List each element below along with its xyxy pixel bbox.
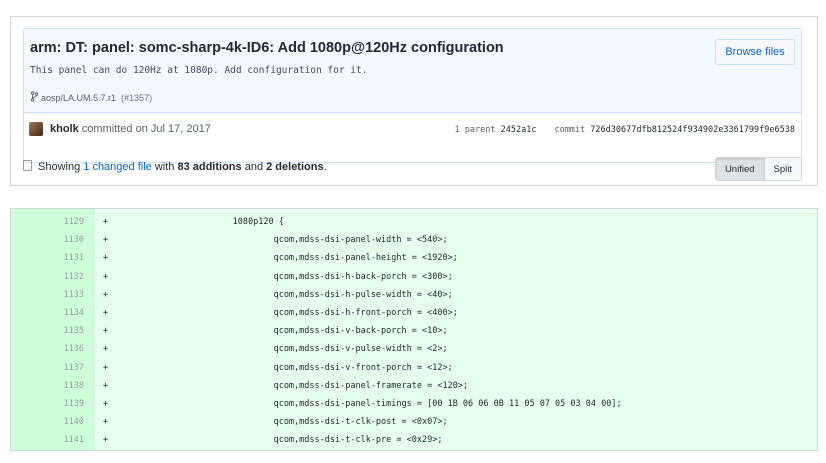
summary-showing: Showing [38, 161, 81, 173]
summary-with: with [154, 161, 175, 173]
line-number[interactable]: 1132 [11, 268, 84, 286]
commit-meta: kholk committed on Jul 17, 2017 1 parent… [24, 112, 801, 162]
line-number[interactable]: 1140 [11, 413, 84, 431]
commit-label: commit [554, 125, 586, 135]
changed-files-link[interactable]: 1 changed file [83, 161, 152, 173]
line-number[interactable]: 1129 [11, 213, 84, 231]
code-line: qcom,mdss-dsi-h-pulse-width = <40>; [161, 289, 453, 300]
line-number[interactable]: 1133 [11, 286, 84, 304]
author-link[interactable]: kholk [50, 123, 79, 135]
commit-sha: 726d30677dfb812524f934902e3361799f9e6538 [590, 125, 795, 135]
addition-marker: + [103, 289, 109, 300]
addition-marker: + [103, 417, 109, 428]
pull-request-ref[interactable]: (#1357) [121, 93, 152, 103]
browse-files-button[interactable]: Browse files [715, 39, 795, 65]
addition-marker: + [103, 344, 109, 355]
toc-bar: Showing 1 changed file with 83 additions… [23, 157, 802, 181]
unified-view-button[interactable]: Unified [715, 158, 764, 180]
additions-count: 83 additions [177, 161, 242, 173]
diff-line: 1131 + qcom,mdss-dsi-panel-height = <1920… [11, 249, 817, 267]
line-number[interactable]: 1134 [11, 304, 84, 322]
line-number[interactable]: 1136 [11, 340, 84, 358]
addition-marker: + [103, 435, 109, 446]
commit-shas: 1 parent 2452a1c commit 726d30677dfb8125… [455, 125, 795, 135]
line-number[interactable]: 1137 [11, 359, 84, 377]
diff-line: 1136 + qcom,mdss-dsi-v-pulse-width = <2>; [11, 340, 817, 358]
code-line: qcom,mdss-dsi-t-clk-pre = <0x29>; [161, 435, 443, 446]
code-line: qcom,mdss-dsi-h-back-porch = <300>; [161, 271, 453, 282]
diff-line: 1134 + qcom,mdss-dsi-h-front-porch = <400… [11, 304, 817, 322]
diff-line: 1138 + qcom,mdss-dsi-panel-framerate = <1… [11, 377, 817, 395]
code-line: 1080p120 { [161, 217, 284, 227]
diff-line: 1140 + qcom,mdss-dsi-t-clk-post = <0x07>; [11, 413, 817, 431]
addition-marker: + [103, 253, 109, 264]
addition-marker: + [103, 326, 109, 337]
code-line: qcom,mdss-dsi-panel-height = <1920>; [161, 253, 458, 264]
diff-line: 1130 + qcom,mdss-dsi-panel-width = <540>; [11, 231, 817, 249]
committed-date: committed on Jul 17, 2017 [81, 123, 211, 135]
summary-period: . [323, 161, 327, 173]
line-number[interactable]: 1141 [11, 431, 84, 449]
split-view-button[interactable]: Split [763, 158, 801, 180]
commit-box: arm: DT: panel: somc-sharp-4k-ID6: Add 1… [23, 28, 802, 163]
line-number[interactable]: 1130 [11, 231, 84, 249]
addition-marker: + [103, 217, 109, 227]
avatar[interactable] [29, 122, 43, 136]
commit-author-line: kholk committed on Jul 17, 2017 [50, 123, 211, 135]
diff-line: 1132 + qcom,mdss-dsi-h-back-porch = <300>… [11, 268, 817, 286]
code-line: qcom,mdss-dsi-v-front-porch = <12>; [161, 362, 453, 373]
addition-marker: + [103, 380, 109, 391]
parent-sha-link[interactable]: 2452a1c [501, 125, 537, 135]
commit-card: arm: DT: panel: somc-sharp-4k-ID6: Add 1… [10, 16, 818, 186]
line-number[interactable]: 1131 [11, 249, 84, 267]
diff-view: 1129 + 1080p120 { 1130 + qcom,mdss-dsi-pane… [10, 208, 818, 451]
code-line: qcom,mdss-dsi-v-pulse-width = <2>; [161, 344, 448, 355]
diff-view-toggle: Unified Split [714, 157, 802, 181]
diff-line: 1129 + 1080p120 { [11, 213, 817, 231]
diff-line: 1139 + qcom,mdss-dsi-panel-timings = [00 … [11, 395, 817, 413]
parent-info: 1 parent 2452a1c [455, 125, 537, 135]
code-line: qcom,mdss-dsi-panel-framerate = <120>; [161, 380, 469, 391]
commit-header: arm: DT: panel: somc-sharp-4k-ID6: Add 1… [24, 29, 801, 112]
file-diff-icon[interactable] [23, 160, 32, 171]
line-number[interactable]: 1138 [11, 377, 84, 395]
git-branch-icon [30, 91, 39, 104]
commit-description: This panel can do 120Hz at 1080p. Add co… [30, 65, 368, 76]
code-line: qcom,mdss-dsi-h-front-porch = <400>; [161, 308, 458, 318]
addition-marker: + [103, 271, 109, 282]
branch-row: aosp/LA.UM.5.7.r1 (#1357) [30, 91, 152, 104]
diff-line: 1137 + qcom,mdss-dsi-v-front-porch = <12>… [11, 359, 817, 377]
code-line: qcom,mdss-dsi-panel-width = <540>; [161, 235, 448, 246]
commit-title: arm: DT: panel: somc-sharp-4k-ID6: Add 1… [30, 40, 504, 56]
diff-line: 1133 + qcom,mdss-dsi-h-pulse-width = <40>… [11, 286, 817, 304]
addition-marker: + [103, 399, 109, 409]
addition-marker: + [103, 308, 109, 318]
diff-summary: Showing 1 changed file with 83 additions… [38, 161, 327, 173]
parent-label: 1 parent [454, 125, 496, 135]
line-number[interactable]: 1135 [11, 322, 84, 340]
diff-line: 1135 + qcom,mdss-dsi-v-back-porch = <10>; [11, 322, 817, 340]
summary-and: and [244, 161, 264, 173]
line-number[interactable]: 1139 [11, 395, 84, 413]
addition-marker: + [103, 362, 109, 373]
commit-info: commit 726d30677dfb812524f934902e3361799… [554, 125, 795, 135]
branch-name[interactable]: aosp/LA.UM.5.7.r1 [41, 93, 116, 103]
diff-line: 1141 + qcom,mdss-dsi-t-clk-pre = <0x29>; [11, 431, 817, 449]
code-line: qcom,mdss-dsi-v-back-porch = <10>; [161, 326, 448, 337]
addition-marker: + [103, 235, 109, 246]
code-line: qcom,mdss-dsi-t-clk-post = <0x07>; [161, 417, 448, 428]
code-line: qcom,mdss-dsi-panel-timings = [00 1B 06 … [161, 399, 622, 409]
deletions-count: 2 deletions [266, 161, 324, 173]
